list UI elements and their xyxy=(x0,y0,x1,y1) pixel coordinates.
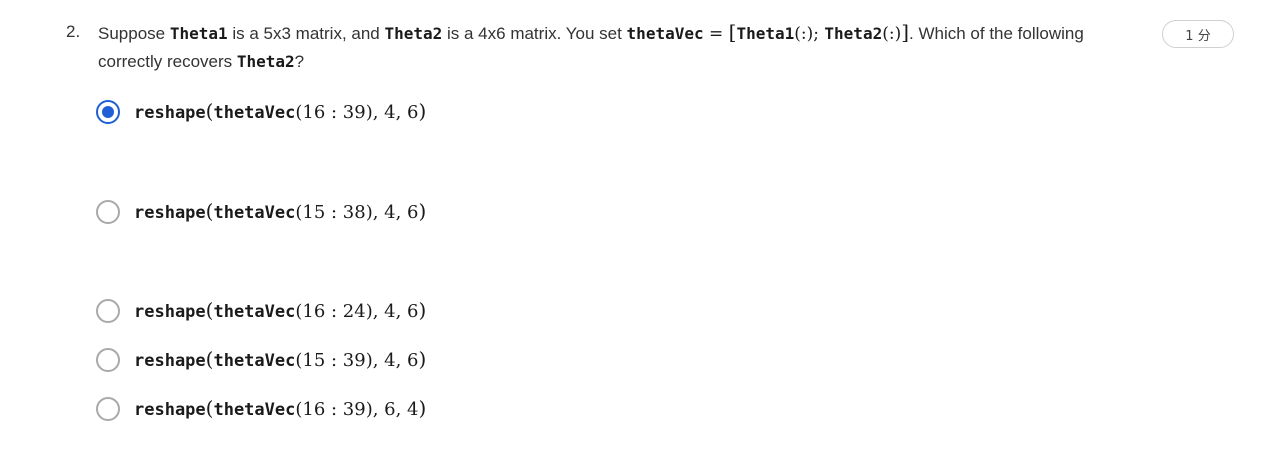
option-inner-fn: thetaVec xyxy=(213,103,296,123)
option-label: reshape(thetaVec(15 : 39), 4, 6) xyxy=(134,345,426,375)
code-theta2-end: Theta2 xyxy=(236,52,295,71)
question-text-part: is a 5x3 matrix, and xyxy=(227,24,385,43)
option-args: (15 : 38), 4, 6 xyxy=(295,202,419,223)
math-bracket-close: ] xyxy=(901,20,910,44)
option-fn: reshape xyxy=(134,400,206,420)
option-args: (16 : 24), 4, 6 xyxy=(295,301,419,322)
option-label: reshape(thetaVec(16 : 24), 4, 6) xyxy=(134,296,426,326)
option-paren-close: ) xyxy=(418,396,427,420)
radio-button[interactable] xyxy=(96,397,120,421)
question-number: 2. xyxy=(66,22,81,41)
option-inner-fn: thetaVec xyxy=(213,203,296,223)
math-theta2: Theta2 xyxy=(824,24,883,43)
option-label: reshape(thetaVec(16 : 39), 6, 4) xyxy=(134,394,426,424)
code-theta2: Theta2 xyxy=(384,24,443,43)
question-text: Suppose Theta1 is a 5x3 matrix, and Thet… xyxy=(98,18,1088,76)
option-inner-fn: thetaVec xyxy=(213,400,296,420)
option-fn: reshape xyxy=(134,302,206,322)
option-paren-close: ) xyxy=(418,298,427,322)
option-paren-close: ) xyxy=(418,199,427,223)
option-3[interactable]: reshape(thetaVec(16 : 24), 4, 6) xyxy=(96,296,426,326)
points-badge: 1 分 xyxy=(1162,20,1234,48)
option-4[interactable]: reshape(thetaVec(15 : 39), 4, 6) xyxy=(96,345,426,375)
option-fn: reshape xyxy=(134,351,206,371)
option-label: reshape(thetaVec(15 : 38), 4, 6) xyxy=(134,197,426,227)
code-thetavec: thetaVec xyxy=(626,24,704,43)
question-block: 2. Suppose Theta1 is a 5x3 matrix, and T… xyxy=(66,18,1146,76)
code-theta1: Theta1 xyxy=(169,24,228,43)
option-fn: reshape xyxy=(134,103,206,123)
option-paren-close: ) xyxy=(418,347,427,371)
radio-button[interactable] xyxy=(96,200,120,224)
option-2[interactable]: reshape(thetaVec(15 : 38), 4, 6) xyxy=(96,197,426,227)
option-inner-fn: thetaVec xyxy=(213,351,296,371)
radio-button[interactable] xyxy=(96,348,120,372)
option-args: (15 : 39), 4, 6 xyxy=(295,350,419,371)
option-1[interactable]: reshape(thetaVec(16 : 39), 4, 6) xyxy=(96,97,426,127)
option-paren-close: ) xyxy=(418,99,427,123)
option-args: (16 : 39), 4, 6 xyxy=(295,102,419,123)
math-equals: = xyxy=(703,24,729,44)
option-fn: reshape xyxy=(134,203,206,223)
math-theta1: Theta1 xyxy=(736,24,795,43)
math-colon-part-1: (:); xyxy=(794,24,825,44)
question-row: 2. Suppose Theta1 is a 5x3 matrix, and T… xyxy=(66,18,1146,76)
question-text-part: Suppose xyxy=(98,24,170,43)
question-text-part: ? xyxy=(294,52,305,71)
option-inner-fn: thetaVec xyxy=(213,302,296,322)
option-5[interactable]: reshape(thetaVec(16 : 39), 6, 4) xyxy=(96,394,426,424)
radio-button[interactable] xyxy=(96,299,120,323)
option-args: (16 : 39), 6, 4 xyxy=(295,399,419,420)
option-label: reshape(thetaVec(16 : 39), 4, 6) xyxy=(134,97,426,127)
math-colon-part-2: (:) xyxy=(882,24,902,44)
question-text-part: is a 4x6 matrix. You set xyxy=(442,24,627,43)
radio-button-checked[interactable] xyxy=(96,100,120,124)
